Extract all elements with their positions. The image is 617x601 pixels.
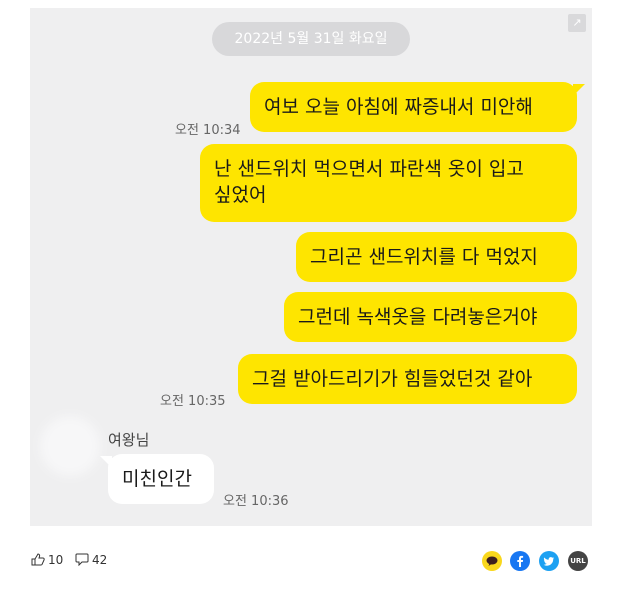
kakaotalk-share-icon[interactable]	[482, 551, 502, 571]
message-time: 오전 10:36	[223, 494, 289, 509]
thumbs-up-icon[interactable]	[31, 553, 45, 567]
message-text-line: 난 샌드위치 먹으면서 파란색 옷이 입고	[214, 158, 524, 180]
message-bubble: 여보 오늘 아침에 짜증내서 미안해	[250, 82, 585, 132]
message-time: 오전 10:35	[160, 394, 226, 409]
sender-name: 여왕님	[108, 431, 150, 449]
date-divider: 2022년 5월 31일 화요일	[212, 22, 410, 56]
like-count: 10	[48, 553, 64, 567]
twitter-share-icon[interactable]	[539, 551, 559, 571]
message-bubble: 그리곤 샌드위치를 다 먹었지	[296, 232, 577, 282]
message-text: 그리곤 샌드위치를 다 먹었지	[310, 246, 538, 268]
message-bubble: 그런데 녹색옷을 다려놓은거야	[284, 292, 577, 342]
reply-bubble: 미친인간	[100, 454, 214, 504]
message-text: 미친인간	[122, 468, 192, 490]
comment-icon[interactable]	[75, 553, 89, 567]
chat-screenshot: 2022년 5월 31일 화요일 ↗ 오전 10:34 여보 오늘 아침에 짜증…	[30, 8, 592, 526]
message-text: 그걸 받아드리기가 힘들었던것 같아	[252, 368, 533, 390]
sender-avatar[interactable]	[48, 424, 92, 468]
comment-count: 42	[92, 553, 108, 567]
facebook-share-icon[interactable]	[510, 551, 530, 571]
message-text: 여보 오늘 아침에 짜증내서 미안해	[264, 96, 533, 118]
url-share-icon[interactable]: URL	[568, 551, 588, 571]
message-time: 오전 10:34	[175, 123, 241, 138]
message-bubble: 그걸 받아드리기가 힘들었던것 같아	[238, 354, 577, 404]
message-text: 그런데 녹색옷을 다려놓은거야	[298, 306, 538, 328]
message-bubble: 난 샌드위치 먹으면서 파란색 옷이 입고 싶었어	[200, 144, 577, 222]
expand-icon[interactable]: ↗	[568, 14, 586, 32]
message-text-line: 싶었어	[214, 184, 267, 206]
